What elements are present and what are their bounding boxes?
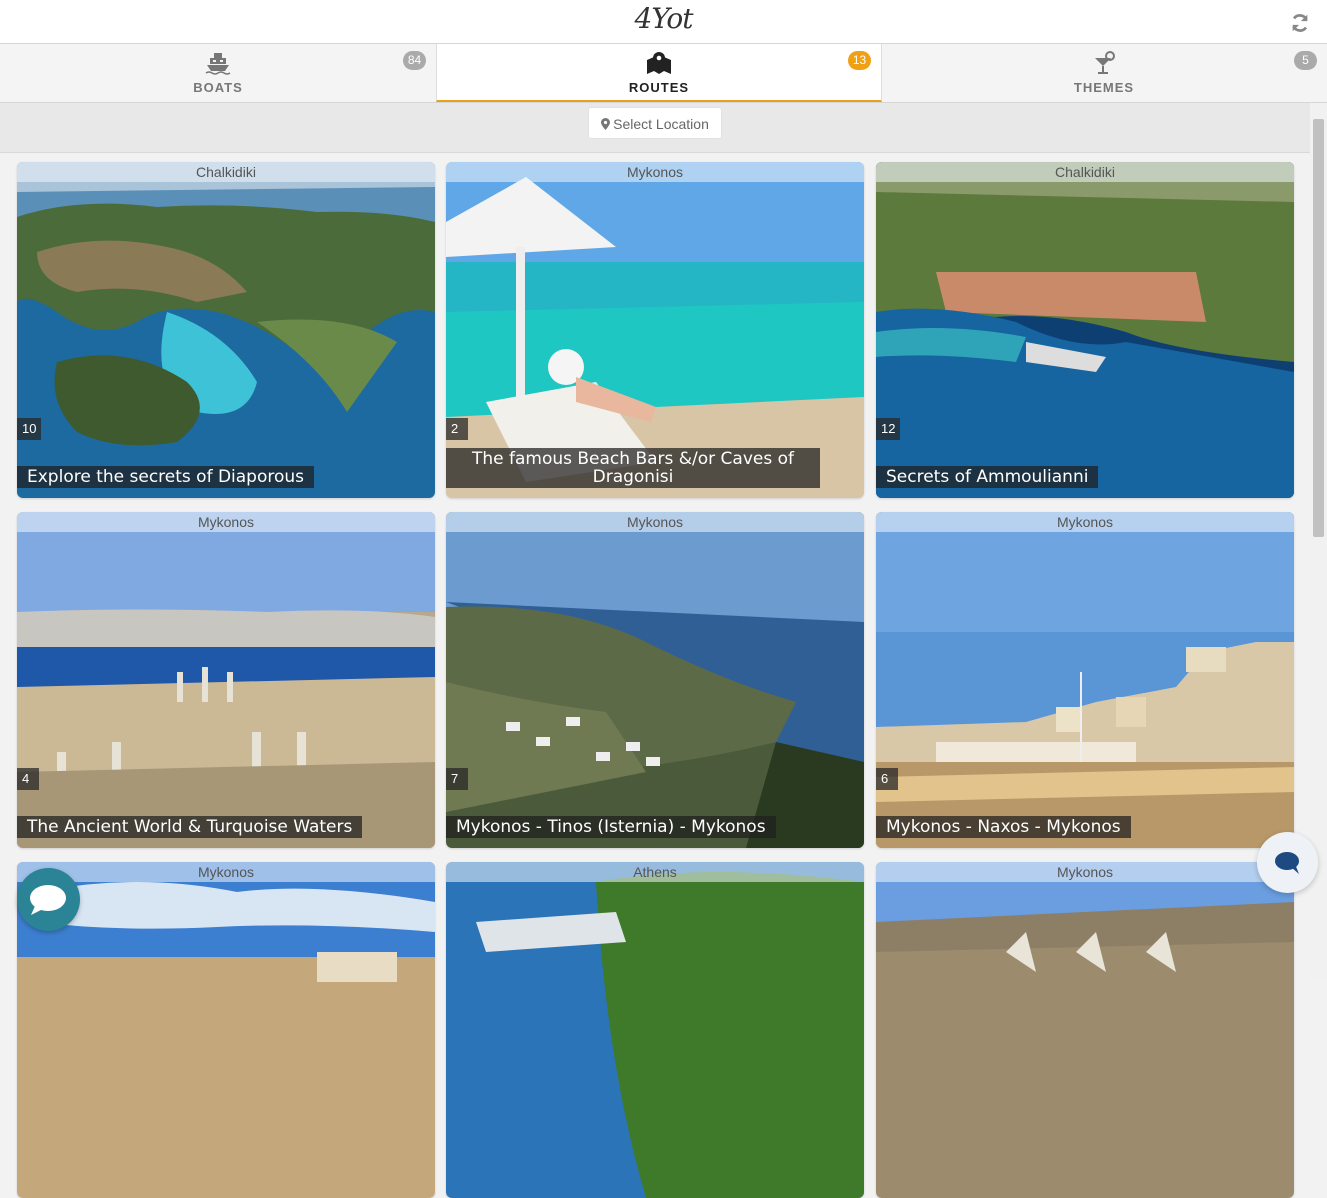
refresh-icon[interactable] (1289, 12, 1311, 34)
card-count-badge: 4 (17, 768, 39, 790)
boat-icon (205, 53, 231, 75)
chat-widget-button[interactable] (1257, 832, 1318, 893)
chat-button[interactable] (17, 868, 80, 931)
tab-boats-label: BOATS (193, 80, 243, 95)
route-photo (17, 512, 435, 848)
card-title: Explore the secrets of Diaporous (17, 466, 315, 488)
route-card[interactable]: Chalkidiki 12 Secrets of Ammoulianni (876, 162, 1294, 498)
card-region: Mykonos (17, 512, 435, 532)
route-card[interactable]: Mykonos 7 Mykonos - Tinos (Isternia) - M… (446, 512, 864, 848)
scrollbar-thumb[interactable] (1313, 119, 1324, 537)
route-card[interactable]: Mykonos 6 Mykonos - Naxos - Mykonos (876, 512, 1294, 848)
card-region: Athens (446, 862, 864, 882)
route-photo (876, 512, 1294, 848)
tab-routes[interactable]: ROUTES 13 (436, 44, 882, 102)
card-region: Mykonos (876, 512, 1294, 532)
routes-count-badge: 13 (848, 51, 871, 70)
route-card[interactable]: Mykonos (876, 862, 1294, 1198)
location-bar: Select Location (0, 103, 1310, 153)
route-photo (446, 512, 864, 848)
card-title: Mykonos - Tinos (Isternia) - Mykonos (446, 816, 776, 838)
card-count-badge: 6 (876, 768, 898, 790)
card-count-badge: 2 (446, 418, 468, 440)
tab-themes[interactable]: THEMES 5 (881, 44, 1327, 102)
card-region: Chalkidiki (17, 162, 435, 182)
app-logo[interactable]: 4Yot (0, 2, 1327, 35)
card-region: Chalkidiki (876, 162, 1294, 182)
tab-themes-label: THEMES (1073, 80, 1135, 95)
chat-bubble-icon (30, 885, 66, 915)
map-marker-icon (601, 118, 611, 130)
route-card[interactable]: Mykonos 2 The famous Beach Bars &/or Cav… (446, 162, 864, 498)
select-location-label: Select Location (613, 116, 709, 132)
card-region: Mykonos (446, 512, 864, 532)
card-region: Mykonos (876, 862, 1294, 882)
card-title: The Ancient World & Turquoise Waters (17, 816, 363, 838)
top-bar: 4Yot (0, 0, 1327, 44)
card-count-badge: 12 (876, 418, 901, 440)
route-photo (876, 162, 1294, 498)
route-photo (446, 862, 864, 1198)
card-count-badge: 7 (446, 768, 468, 790)
route-photo (876, 862, 1294, 1198)
cocktail-icon (1095, 51, 1115, 74)
boats-count-badge: 84 (403, 51, 426, 70)
select-location-button[interactable]: Select Location (588, 107, 722, 139)
route-card[interactable]: Chalkidiki 10 Explore the secrets of Dia… (17, 162, 435, 498)
card-count-badge: 10 (17, 418, 42, 440)
themes-count-badge: 5 (1294, 51, 1317, 70)
route-card[interactable]: Athens (446, 862, 864, 1198)
card-title: The famous Beach Bars &/or Caves of Drag… (446, 448, 820, 488)
map-icon (647, 52, 671, 74)
route-card[interactable]: Mykonos 4 The Ancient World & Turquoise … (17, 512, 435, 848)
card-region: Mykonos (446, 162, 864, 182)
category-tabs: BOATS 84 ROUTES 13 THEMES 5 (0, 44, 1327, 103)
route-photo (17, 162, 435, 498)
chat-bubble-icon (1275, 852, 1299, 874)
card-title: Mykonos - Naxos - Mykonos (876, 816, 1131, 838)
tab-routes-label: ROUTES (628, 80, 690, 95)
tab-boats[interactable]: BOATS 84 (0, 44, 436, 102)
card-title: Secrets of Ammoulianni (876, 466, 1099, 488)
